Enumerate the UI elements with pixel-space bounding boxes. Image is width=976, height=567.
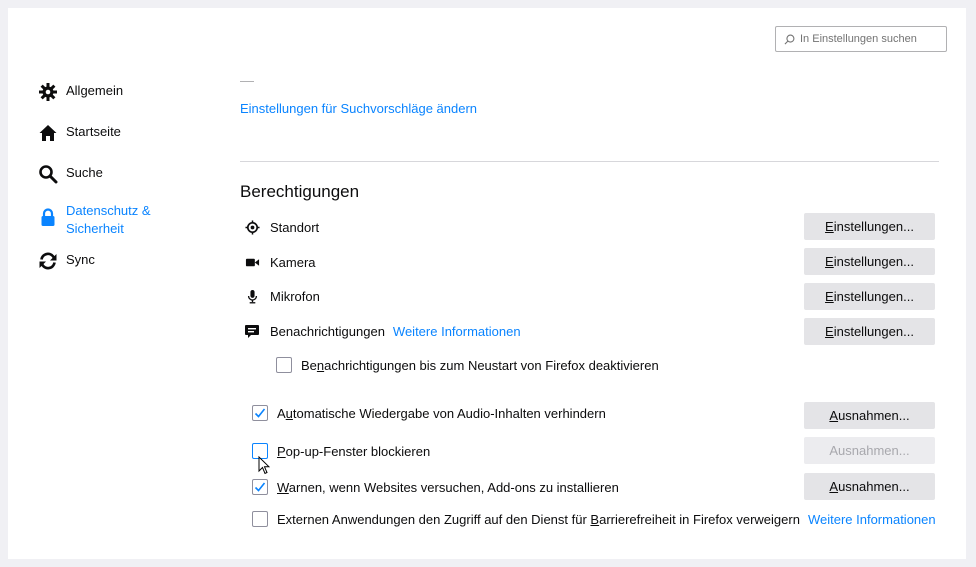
permissions-heading: Berechtigungen [240, 182, 360, 201]
addons-exceptions-button[interactable]: Ausnahmen... [804, 473, 935, 500]
divider-stub [240, 81, 254, 82]
sidebar-item-label: Suche [66, 165, 103, 180]
search-suggestions-link[interactable]: Einstellungen für Suchvorschläge ändern [240, 101, 477, 116]
checkbox-label: Automatische Wiedergabe von Audio-Inhalt… [277, 405, 606, 421]
settings-search-input[interactable] [800, 33, 945, 45]
sidebar-item-privacy-security[interactable]: Datenschutz & Sicherheit [38, 202, 151, 238]
checkbox-label: Externen Anwendungen den Zugriff auf den… [277, 511, 800, 527]
camera-settings-button[interactable]: Einstellungen... [804, 248, 935, 275]
permission-label: Mikrofon [270, 288, 320, 304]
permission-camera-row: Kamera [240, 254, 316, 270]
search-icon [784, 34, 795, 44]
permission-label: Standort [270, 219, 320, 235]
block-popups-row: Pop-up-Fenster blockieren [252, 443, 430, 459]
location-icon [244, 219, 260, 235]
sidebar-item-label: Allgemein [66, 83, 124, 98]
permission-microphone-row: Mikrofon [240, 288, 320, 304]
section-divider [240, 161, 939, 162]
sidebar-item-general[interactable]: Allgemein [38, 82, 123, 102]
notifications-settings-button[interactable]: Einstellungen... [804, 318, 935, 345]
block-a11y-row: Externen Anwendungen den Zugriff auf den… [252, 511, 936, 527]
sidebar-item-search[interactable]: Suche [38, 164, 103, 184]
preferences-page: Allgemein Startseite Suche Datenschutz &… [8, 8, 966, 559]
lock-icon [41, 208, 55, 226]
block-autoplay-checkbox[interactable] [252, 405, 268, 421]
checkmark-icon [254, 482, 266, 492]
mouse-cursor-icon [258, 456, 270, 475]
gear-icon [39, 83, 57, 101]
sync-icon [39, 252, 57, 270]
pause-notifications-row: Benachrichtigungen bis zum Neustart von … [276, 357, 659, 373]
sidebar-item-label: Sync [66, 252, 95, 267]
permission-notifications-row: Benachrichtigungen Weitere Informationen [240, 323, 521, 339]
permission-label: Benachrichtigungen [270, 323, 385, 339]
sidebar-item-home[interactable]: Startseite [38, 123, 121, 143]
block-autoplay-row: Automatische Wiedergabe von Audio-Inhalt… [252, 405, 606, 421]
camera-icon [244, 254, 260, 270]
sidebar-item-label: Datenschutz & Sicherheit [66, 203, 151, 236]
warn-addons-row: Warnen, wenn Websites versuchen, Add-ons… [252, 479, 619, 495]
checkbox-label: Pop-up-Fenster blockieren [277, 443, 431, 459]
sidebar-item-label: Startseite [66, 124, 121, 139]
permission-label: Kamera [270, 254, 316, 270]
autoplay-exceptions-button[interactable]: Ausnahmen... [804, 402, 935, 429]
microphone-icon [244, 288, 260, 304]
settings-search-box[interactable] [775, 26, 947, 52]
pause-notifications-checkbox[interactable] [276, 357, 292, 373]
home-icon [39, 125, 57, 141]
block-a11y-checkbox[interactable] [252, 511, 268, 527]
warn-addons-checkbox[interactable] [252, 479, 268, 495]
microphone-settings-button[interactable]: Einstellungen... [804, 283, 935, 310]
popups-exceptions-button[interactable]: Ausnahmen... [804, 437, 935, 464]
permission-location-row: Standort [240, 219, 319, 235]
search-icon [39, 165, 58, 184]
checkbox-label: Warnen, wenn Websites versuchen, Add-ons… [277, 479, 619, 495]
sidebar-item-sync[interactable]: Sync [38, 251, 95, 271]
notifications-learn-more-link[interactable]: Weitere Informationen [393, 324, 521, 339]
location-settings-button[interactable]: Einstellungen... [804, 213, 935, 240]
a11y-learn-more-link[interactable]: Weitere Informationen [808, 512, 936, 527]
notification-icon [244, 323, 260, 339]
checkbox-label: Benachrichtigungen bis zum Neustart von … [301, 357, 659, 373]
checkmark-icon [254, 408, 266, 418]
